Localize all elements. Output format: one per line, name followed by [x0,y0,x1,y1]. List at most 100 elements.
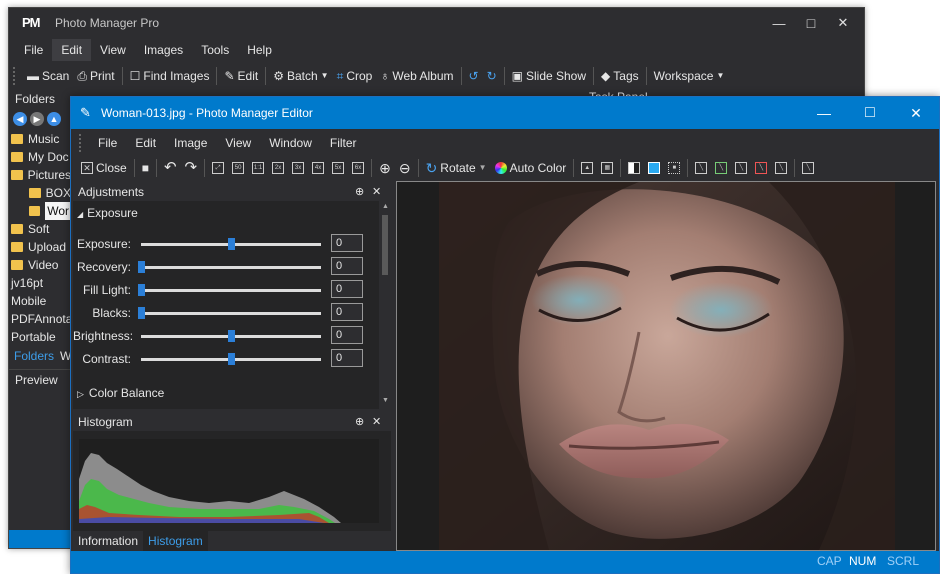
rotate-left-button[interactable]: ↺ [465,65,483,87]
menu-tools[interactable]: Tools [192,39,238,61]
zoom-4x-button[interactable]: 4x [308,157,328,179]
save-button[interactable]: ■ [138,157,153,179]
filter-2-button[interactable]: ╲ [711,157,731,179]
print-button[interactable]: ⎙ Print [73,65,118,87]
toolbar-grip[interactable] [13,67,19,85]
slider-thumb[interactable] [228,353,235,365]
menu-edit[interactable]: Edit [52,39,92,61]
menu-image[interactable]: Image [165,132,216,154]
tab-histogram[interactable]: Histogram [143,531,208,551]
rotate-button[interactable]: ↻ Rotate ▼ [422,157,491,179]
selection-button[interactable]: ■ [664,157,684,179]
menubar-grip[interactable] [79,134,85,152]
filter-6-button[interactable]: ╲ [798,157,818,179]
menu-file[interactable]: File [15,39,52,61]
folder-item[interactable]: Video [11,256,71,274]
folder-item[interactable]: Upload [11,238,71,256]
back-arrow-icon[interactable]: ◀ [13,112,27,126]
scrollbar-thumb[interactable] [382,215,388,275]
slider-thumb[interactable] [138,261,145,273]
zoom-1-1-button[interactable]: 1:1 [248,157,268,179]
editor-minimize-button[interactable]: — [801,97,847,129]
menu-help[interactable]: Help [238,39,281,61]
folder-item[interactable]: My Doc [11,148,71,166]
back-maximize-button[interactable]: □ [797,12,825,34]
contrast-value[interactable]: 0 [331,349,363,367]
zoom-5x-button[interactable]: 5x [328,157,348,179]
scan-button[interactable]: ▬ Scan [23,65,73,87]
scroll-down-icon[interactable]: ▼ [382,397,389,404]
exposure-slider[interactable] [141,238,321,250]
slider-thumb[interactable] [138,307,145,319]
filter-5-button[interactable]: ╲ [771,157,791,179]
back-minimize-button[interactable]: — [765,12,793,34]
fill-light-slider[interactable] [138,284,321,296]
noise-button[interactable]: ▦ [597,157,617,179]
zoom-50-button[interactable]: 50 [228,157,248,179]
folder-item-selected[interactable]: Wor [11,202,71,220]
slide-show-button[interactable]: ▣ Slide Show [508,65,590,87]
slider-thumb[interactable] [228,238,235,250]
up-arrow-icon[interactable]: ▲ [47,112,61,126]
slider-thumb[interactable] [228,330,235,342]
color-balance-section-header[interactable]: ▷ Color Balance [77,383,164,403]
scroll-up-icon[interactable]: ▲ [382,203,389,210]
tab-folders[interactable]: Folders [9,347,59,365]
folder-item[interactable]: Mobile [11,292,71,310]
highlight-button[interactable] [644,157,664,179]
folder-item[interactable]: Pictures [11,166,71,184]
editor-close-button[interactable]: ✕ [893,97,939,129]
undo-button[interactable]: ↶ [160,157,181,179]
filter-1-button[interactable]: ╲ [691,157,711,179]
find-images-button[interactable]: ☐ Find Images [126,65,214,87]
tab-information[interactable]: Information [73,531,143,551]
blacks-slider[interactable] [138,307,321,319]
exposure-section-header[interactable]: ◢ Exposure [77,203,138,223]
adjustments-scrollbar[interactable]: ▲ ▼ [379,201,391,409]
fit-button[interactable]: ⤢ [208,157,228,179]
pin-icon[interactable]: ⊕ [355,413,364,431]
contrast-slider[interactable] [141,353,321,365]
levels-button[interactable]: ▲ [577,157,597,179]
filter-4-button[interactable]: ╲ [751,157,771,179]
zoom-in-button[interactable]: ⊕ [375,157,395,179]
back-close-button[interactable]: ✕ [829,12,857,34]
recovery-slider[interactable] [138,261,321,273]
auto-color-button[interactable]: Auto Color [491,157,571,179]
rotate-right-button[interactable]: ↻ [483,65,501,87]
filter-3-button[interactable]: ╲ [731,157,751,179]
crop-button[interactable]: ⌗ Crop [333,65,377,87]
editor-titlebar[interactable]: ✎ Woman-013.jpg - Photo Manager Editor —… [71,97,939,129]
edit-button[interactable]: ✎ Edit [220,65,262,87]
web-album-button[interactable]: ♁ Web Album [376,65,457,87]
grayscale-button[interactable] [624,157,644,179]
menu-filter[interactable]: Filter [321,132,366,154]
close-image-button[interactable]: ✕ Close [77,157,131,179]
tags-button[interactable]: ◆ Tags [597,65,643,87]
zoom-3x-button[interactable]: 3x [288,157,308,179]
brightness-value[interactable]: 0 [331,326,363,344]
folder-item[interactable]: PDFAnnota [11,310,72,328]
slider-thumb[interactable] [138,284,145,296]
close-icon[interactable]: ✕ [372,413,381,431]
menu-images[interactable]: Images [135,39,192,61]
folder-item[interactable]: Portable [11,328,71,346]
menu-window[interactable]: Window [260,132,321,154]
editor-maximize-button[interactable]: □ [847,97,893,129]
menu-edit[interactable]: Edit [126,132,165,154]
close-icon[interactable]: ✕ [372,183,381,201]
folder-item[interactable]: Soft [11,220,71,238]
fill-light-value[interactable]: 0 [331,280,363,298]
menu-view[interactable]: View [91,39,135,61]
menu-file[interactable]: File [89,132,126,154]
image-canvas[interactable] [396,181,936,551]
back-titlebar[interactable]: PM Photo Manager Pro — □ ✕ [9,8,864,38]
menu-view[interactable]: View [216,132,260,154]
zoom-out-button[interactable]: ⊖ [395,157,415,179]
brightness-slider[interactable] [141,330,321,342]
folder-item[interactable]: Music [11,130,71,148]
recovery-value[interactable]: 0 [331,257,363,275]
folder-item[interactable]: jv16pt [11,274,71,292]
blacks-value[interactable]: 0 [331,303,363,321]
exposure-value[interactable]: 0 [331,234,363,252]
